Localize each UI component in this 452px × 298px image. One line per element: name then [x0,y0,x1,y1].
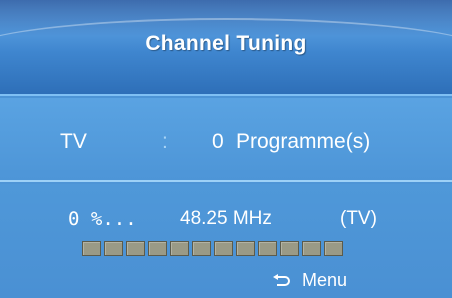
progress-cell [236,241,255,256]
scan-percent: 0 %... [68,208,137,230]
progress-cell [280,241,299,256]
scan-frequency: 48.25 MHz [180,208,272,229]
menu-hint[interactable]: Menu [272,270,347,291]
menu-label: Menu [302,270,348,290]
programme-info-panel: TV : 0 Programme(s) [0,98,452,182]
programme-label: Programme(s) [236,130,371,153]
separator: : [162,130,168,153]
header-bar: Channel Tuning [0,0,452,96]
programme-count: 0 [212,130,224,153]
progress-cell [324,241,343,256]
progress-cell [192,241,211,256]
scan-mode: (TV) [340,208,377,229]
progress-cell [148,241,167,256]
progress-cell [258,241,277,256]
scan-status-panel: 0 %... 48.25 MHz (TV) Menu [0,184,452,298]
progress-cell [170,241,189,256]
progress-cell [214,241,233,256]
progress-cell [126,241,145,256]
source-label: TV [60,130,87,153]
channel-tuning-screen: Channel Tuning TV : 0 Programme(s) 0 %..… [0,0,452,298]
progress-cell [82,241,101,256]
progress-cell [302,241,321,256]
return-arrow-icon [273,273,290,286]
scan-progress-bar [82,241,343,256]
progress-cell [104,241,123,256]
page-title: Channel Tuning [145,32,307,55]
